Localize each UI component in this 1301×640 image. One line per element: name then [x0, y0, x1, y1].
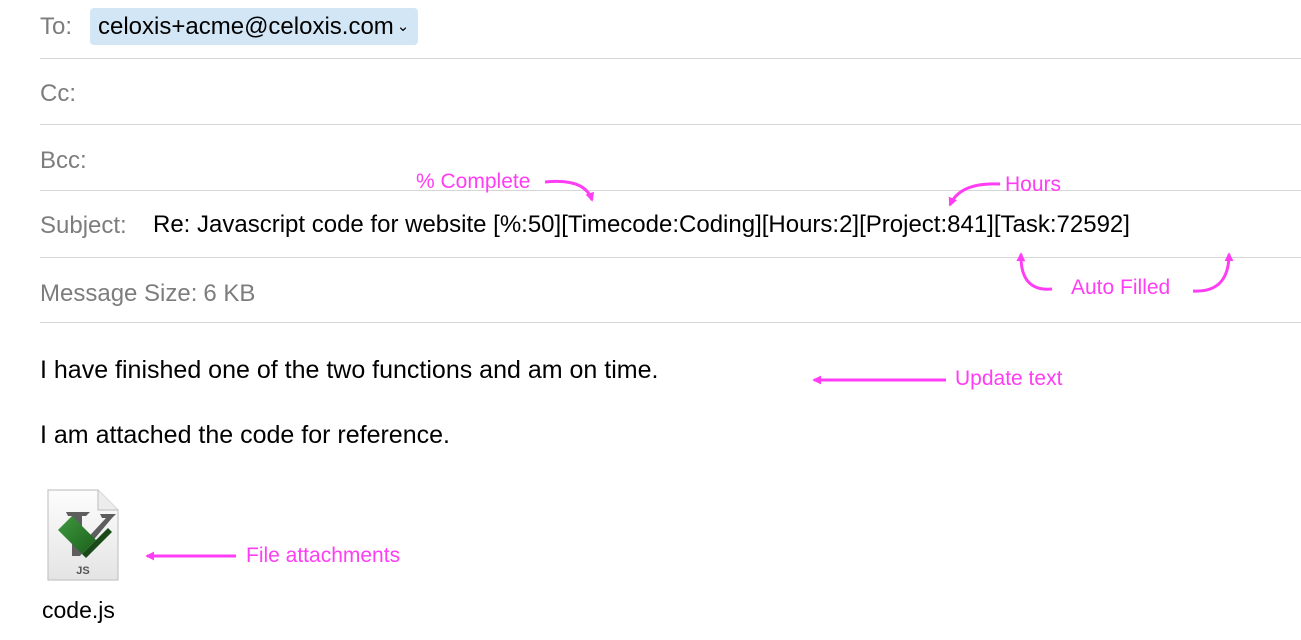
- chevron-down-icon[interactable]: ⌄: [397, 18, 410, 35]
- message-size-value: 6 KB: [203, 280, 256, 307]
- message-size: Message Size: 6 KB: [40, 280, 255, 308]
- subject-label: Subject:: [40, 212, 127, 239]
- annotation-hours: Hours: [1005, 173, 1062, 196]
- js-file-icon: JS: [47, 489, 119, 581]
- annotation-auto-filled: Auto Filled: [1071, 276, 1171, 299]
- subject-row: Subject: Re: Javascript code for website…: [40, 191, 1301, 258]
- body-line-1: I have finished one of the two functions…: [40, 356, 659, 384]
- cc-row: Cc:: [40, 59, 1301, 125]
- bcc-row: Bcc:: [40, 125, 1301, 191]
- body-line-2: I am attached the code for reference.: [40, 421, 450, 449]
- file-type-label: JS: [76, 565, 89, 577]
- to-label: To:: [40, 13, 73, 40]
- to-row: To: celoxis+acme@celoxis.com ⌄: [40, 0, 1301, 59]
- cc-label: Cc:: [40, 80, 76, 107]
- bcc-label: Bcc:: [40, 147, 87, 174]
- subject-text: Re: Javascript code for website [%:50][T…: [153, 211, 1130, 238]
- message-size-label: Message Size:: [40, 280, 198, 307]
- attachment-filename: code.js: [42, 597, 115, 623]
- annotation-update-text: Update text: [955, 367, 1063, 390]
- annotation-file-attachments: File attachments: [246, 544, 401, 567]
- recipient-address: celoxis+acme@celoxis.com: [98, 13, 394, 40]
- attachment-code-js[interactable]: JS code.js: [40, 488, 130, 628]
- separator: [40, 322, 1301, 323]
- annotation-percent-complete: % Complete: [416, 170, 531, 193]
- recipient-token[interactable]: celoxis+acme@celoxis.com ⌄: [90, 8, 419, 45]
